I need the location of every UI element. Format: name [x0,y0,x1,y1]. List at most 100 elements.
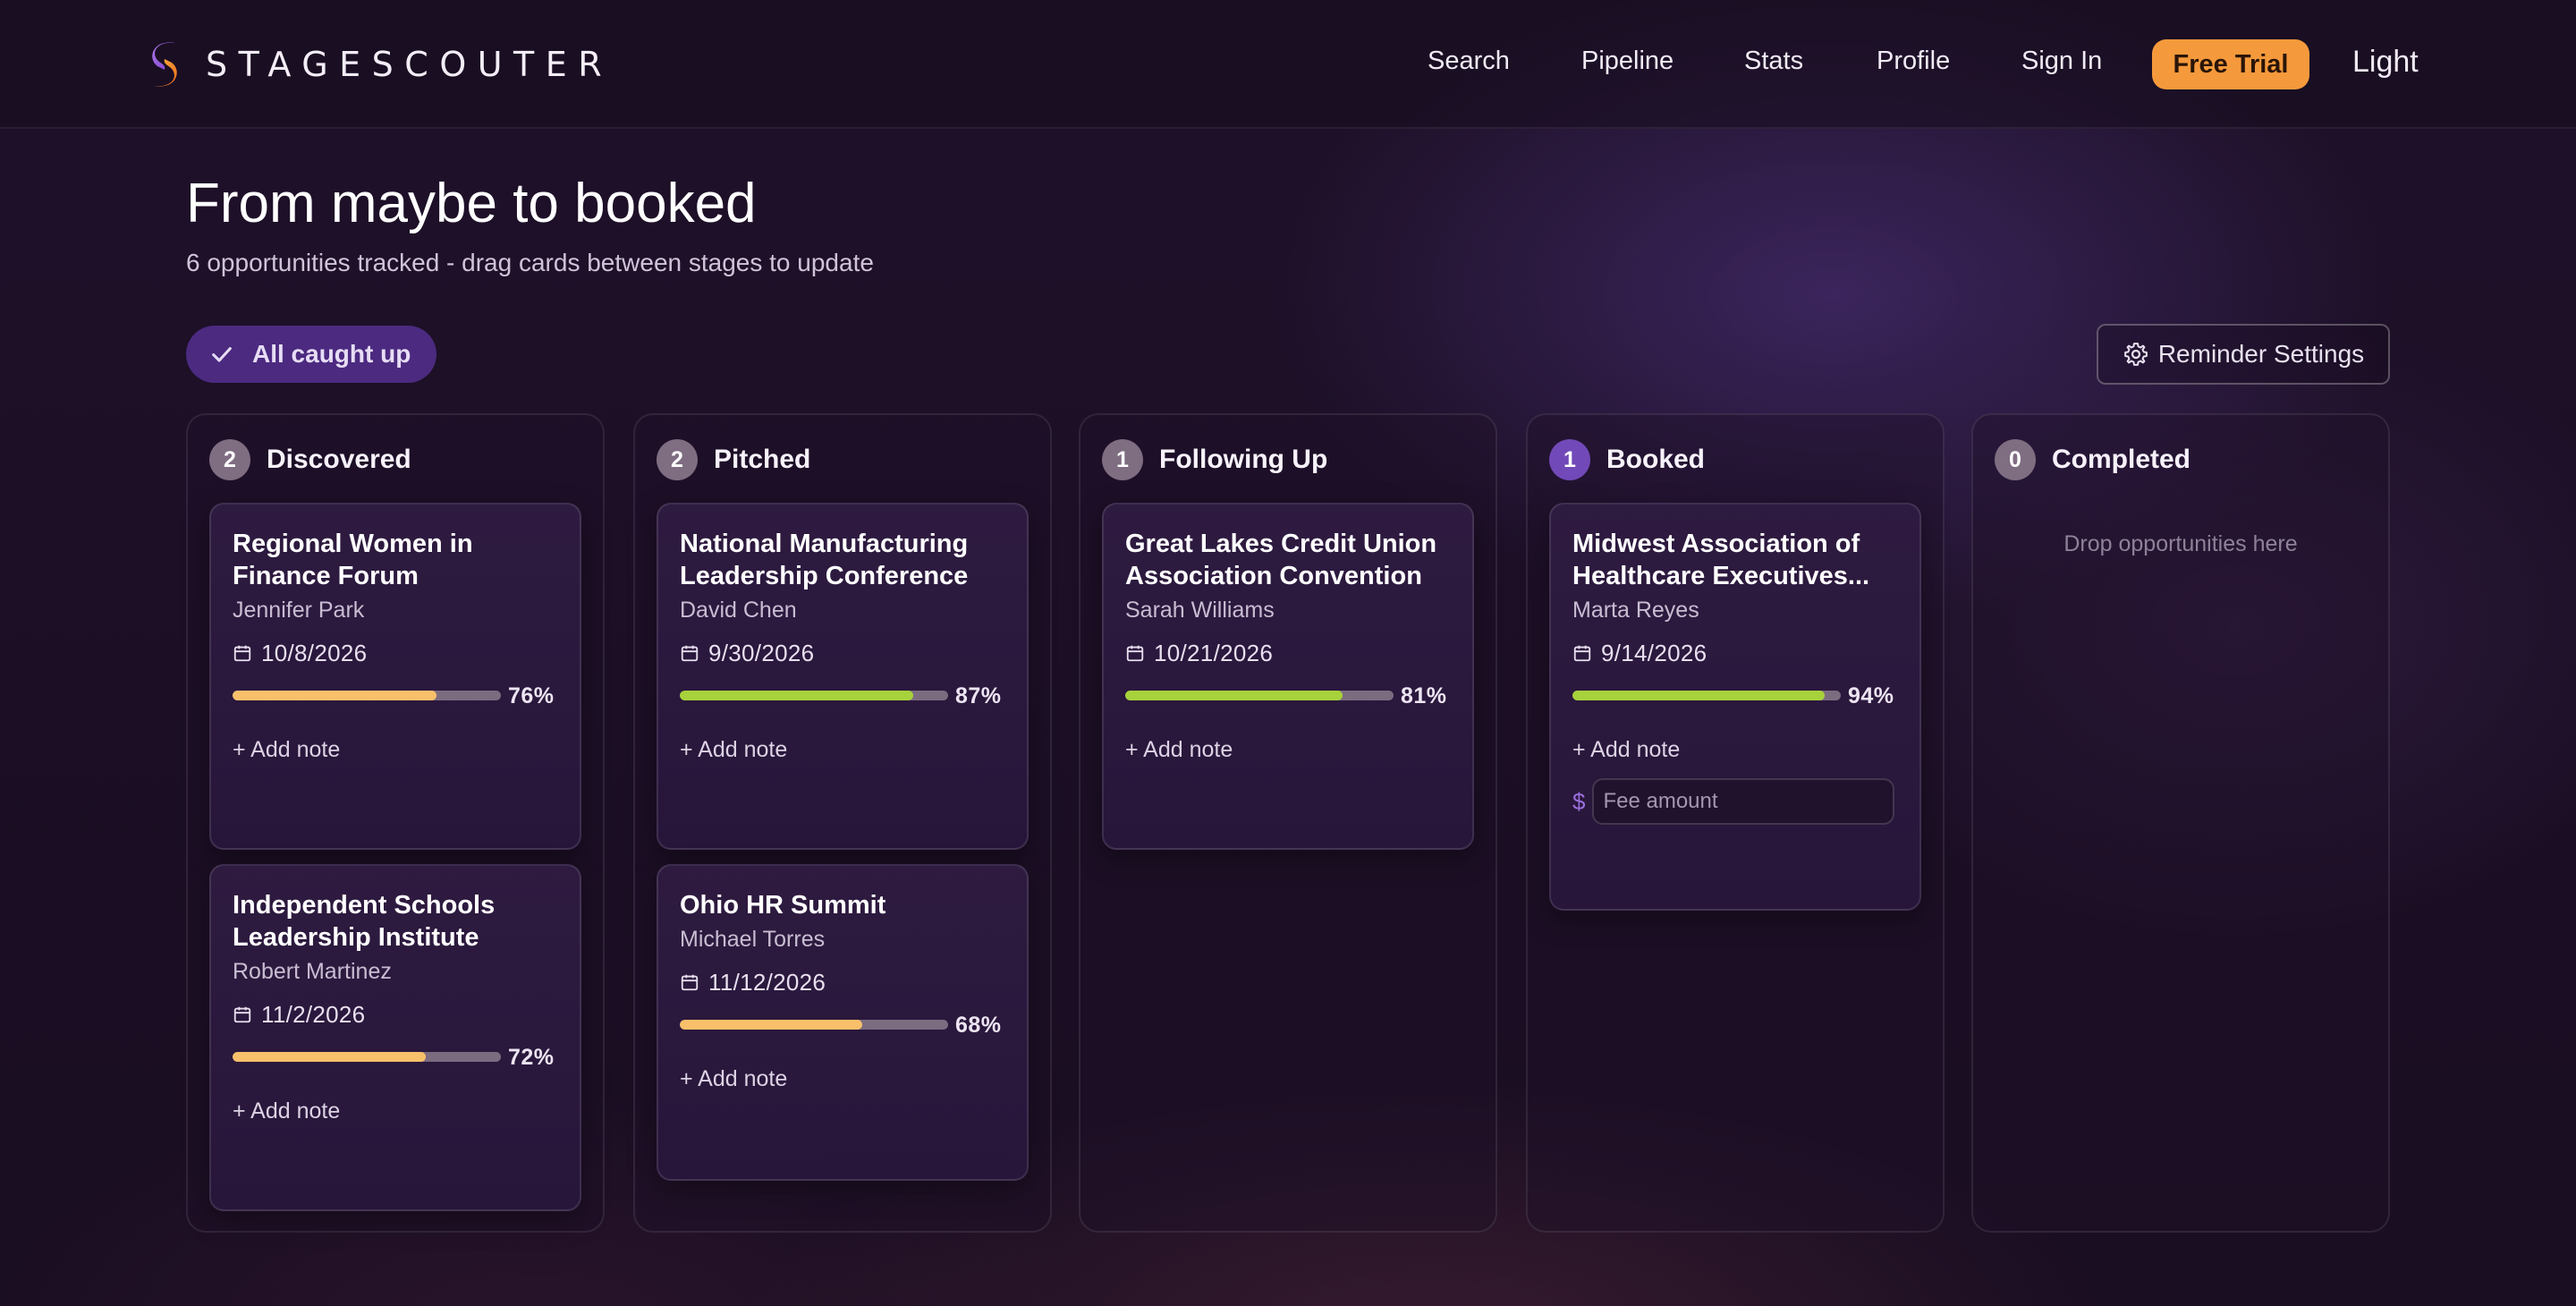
progress-bar: 76% [233,683,560,708]
empty-drop-hint: Drop opportunities here [2063,531,2298,556]
card-date-text: 11/12/2026 [708,968,826,996]
column-header: 0 Completed [1995,438,2190,481]
progress-fill [233,1052,426,1062]
column-title: Discovered [267,445,411,474]
calendar-icon [233,1006,251,1023]
progress-percent: 94% [1848,683,1894,708]
status-pill: All caught up [186,326,436,383]
column-following-up[interactable]: 1 Following Up Great Lakes Credit Union … [1079,413,1497,1233]
card-contact: Sarah Williams [1125,598,1275,623]
column-title: Completed [2052,445,2191,474]
page-subtitle: 6 opportunities tracked - drag cards bet… [186,249,874,276]
column-count-badge: 2 [209,439,250,480]
card-title: Great Lakes Credit Union Association Con… [1125,530,1437,590]
card-title: Ohio HR Summit [680,891,886,920]
add-note-button[interactable]: + Add note [1572,737,1680,763]
column-discovered[interactable]: 2 Discovered Regional Women in Finance F… [186,413,605,1233]
opportunity-card[interactable]: Ohio HR Summit Michael Torres 11/12/2026… [657,864,1029,1181]
card-contact: David Chen [680,598,797,623]
column-count-badge: 2 [657,439,698,480]
fee-amount-input[interactable] [1592,778,1895,825]
opportunity-card[interactable]: Regional Women in Finance Forum Jennifer… [209,503,581,850]
card-title: Midwest Association of Healthcare Execut… [1572,530,1870,590]
brand-logo[interactable]: STAGESCOUTER [145,39,613,89]
progress-track [1572,691,1841,700]
theme-toggle[interactable]: Light [2352,45,2419,80]
calendar-icon [233,645,251,662]
progress-percent: 68% [955,1013,1002,1038]
progress-fill [1125,691,1343,700]
calendar-icon [681,974,699,991]
card-date: 9/14/2026 [1572,639,1707,667]
add-note-button[interactable]: + Add note [680,1066,787,1092]
nav-link-search[interactable]: Search [1428,47,1510,76]
card-title: Independent Schools Leadership Institute [233,891,496,952]
opportunity-card[interactable]: Midwest Association of Healthcare Execut… [1549,503,1921,911]
nav-link-sign-in[interactable]: Sign In [2021,47,2102,76]
reminder-settings-label: Reminder Settings [2157,340,2365,368]
column-header: 2 Pitched [657,438,810,481]
opportunity-card[interactable]: Independent Schools Leadership Institute… [209,864,581,1211]
add-note-button[interactable]: + Add note [680,737,787,763]
column-booked[interactable]: 1 Booked Midwest Association of Healthca… [1526,413,1945,1233]
free-trial-button[interactable]: Free Trial [2152,39,2309,89]
column-header: 1 Booked [1549,438,1705,481]
progress-percent: 81% [1401,683,1447,708]
calendar-icon [681,645,699,662]
gear-icon [2123,343,2148,366]
card-title: National Manufacturing Leadership Confer… [680,530,969,590]
card-date: 10/21/2026 [1125,639,1273,667]
check-icon [212,347,232,362]
card-date: 9/30/2026 [680,639,814,667]
column-header: 2 Discovered [209,438,411,481]
progress-track [680,691,948,700]
card-date: 11/2/2026 [233,1000,365,1029]
add-note-button[interactable]: + Add note [1125,737,1233,763]
add-note-button[interactable]: + Add note [233,1098,340,1124]
progress-bar: 68% [680,1013,1007,1038]
card-date-text: 11/2/2026 [261,1000,366,1028]
progress-fill [233,691,436,700]
column-count-badge: 1 [1102,439,1143,480]
progress-track [1125,691,1394,700]
progress-track [680,1020,948,1030]
column-completed[interactable]: 0 Completed Drop opportunities here [1971,413,2390,1233]
column-count-badge: 0 [1995,439,2036,480]
card-contact: Jennifer Park [233,598,365,623]
progress-track [233,691,501,700]
nav-link-pipeline[interactable]: Pipeline [1581,47,1674,76]
card-contact: Robert Martinez [233,959,392,984]
card-date: 10/8/2026 [233,639,367,667]
progress-bar: 72% [233,1045,560,1070]
progress-bar: 94% [1572,683,1900,708]
nav-link-stats[interactable]: Stats [1744,47,1803,76]
opportunity-card[interactable]: National Manufacturing Leadership Confer… [657,503,1029,850]
card-date-text: 10/8/2026 [261,639,368,666]
progress-percent: 72% [508,1045,555,1070]
column-title: Following Up [1159,445,1328,474]
opportunity-card[interactable]: Great Lakes Credit Union Association Con… [1102,503,1474,850]
nav-link-profile[interactable]: Profile [1877,47,1950,76]
column-pitched[interactable]: 2 Pitched National Manufacturing Leaders… [633,413,1052,1233]
card-contact: Michael Torres [680,927,826,952]
stagescouter-logo-icon [152,42,177,87]
progress-percent: 76% [508,683,555,708]
page-title: From maybe to booked [186,173,757,234]
status-pill-label: All caught up [252,340,411,368]
calendar-icon [1573,645,1591,662]
add-note-button[interactable]: + Add note [233,737,340,763]
brand-name: STAGESCOUTER [206,45,614,84]
progress-fill [680,691,913,700]
calendar-icon [1126,645,1144,662]
reminder-settings-button[interactable]: Reminder Settings [2097,324,2390,385]
card-date: 11/12/2026 [680,968,826,996]
card-title: Regional Women in Finance Forum [233,530,473,590]
card-contact: Marta Reyes [1572,598,1699,623]
progress-bar: 81% [1125,683,1453,708]
progress-fill [1572,691,1825,700]
column-count-badge: 1 [1549,439,1590,480]
card-date-text: 9/30/2026 [708,639,815,666]
progress-fill [680,1020,862,1030]
dollar-sign: $ [1572,787,1586,815]
card-date-text: 10/21/2026 [1154,639,1274,666]
